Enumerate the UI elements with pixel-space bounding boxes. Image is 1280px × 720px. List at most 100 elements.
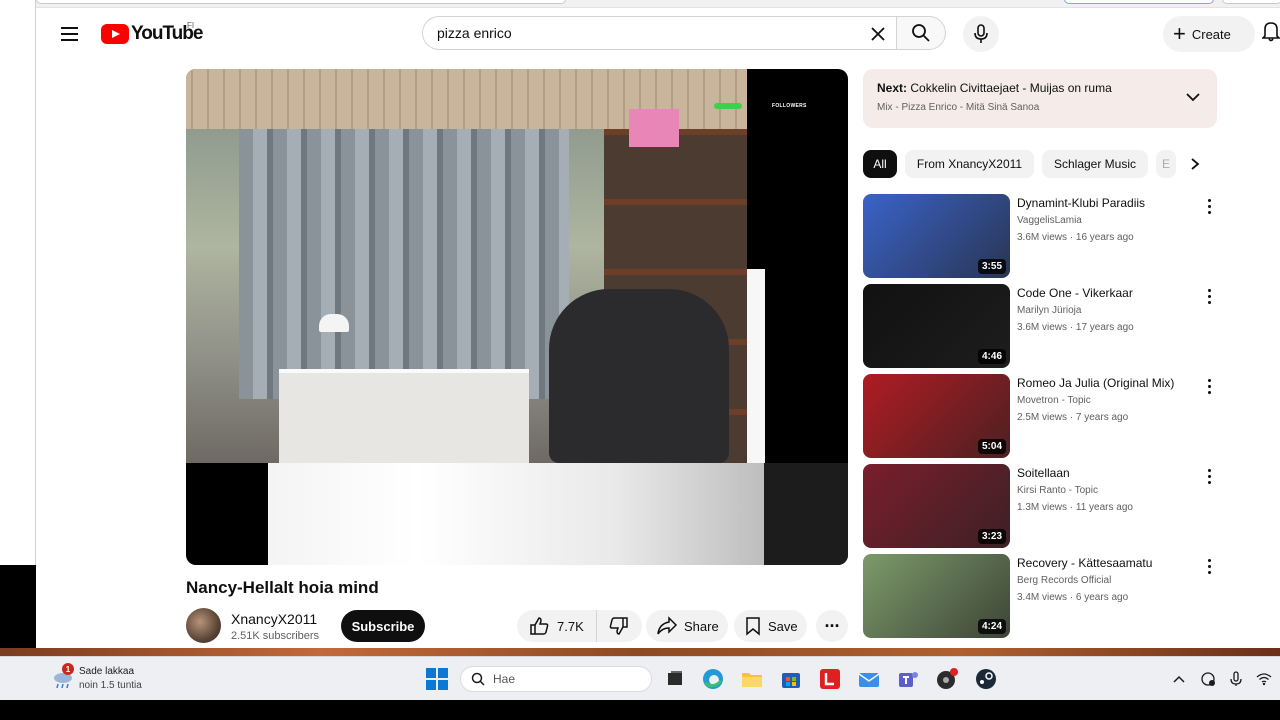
windows-start-icon[interactable]	[426, 668, 448, 690]
teams-icon[interactable]	[896, 667, 920, 691]
like-button[interactable]: 7.7K	[517, 610, 597, 642]
profile-pill-edge[interactable]	[1064, 0, 1214, 4]
notification-badge: 1	[62, 663, 74, 675]
file-explorer-icon[interactable]	[740, 667, 764, 691]
microsoft-store-icon[interactable]	[779, 667, 803, 691]
microphone-icon[interactable]	[1228, 671, 1244, 687]
weather-text: Sade lakkaa	[79, 666, 135, 677]
chip-all[interactable]: All	[863, 150, 897, 178]
more-vertical-icon[interactable]	[1200, 554, 1218, 578]
like-dislike-group: 7.7K	[517, 610, 642, 642]
clear-search-icon[interactable]	[864, 20, 892, 48]
recommendation-title[interactable]: Code One - Vikerkaar	[1017, 286, 1187, 300]
share-button[interactable]: Share	[646, 610, 728, 642]
more-actions-icon[interactable]: ···	[816, 610, 848, 642]
search-input[interactable]	[437, 17, 857, 49]
thumbs-down-icon	[609, 617, 628, 635]
dislike-button[interactable]	[597, 610, 641, 642]
create-button[interactable]: + Create	[1163, 16, 1255, 52]
up-next-title: Next: Cokkelin Civittaejaet - Muijas on …	[877, 81, 1177, 95]
video-scene-pink-box	[629, 109, 679, 147]
browser-chrome	[36, 0, 1280, 8]
desktop-wallpaper-strip	[0, 648, 1280, 656]
more-vertical-icon[interactable]	[1200, 374, 1218, 398]
recommendation-meta: 3.4M views · 6 years ago	[1017, 592, 1129, 603]
recommendation-item[interactable]: 5:04 Romeo Ja Julia (Original Mix) Movet…	[863, 374, 1223, 458]
search-button[interactable]	[896, 16, 946, 50]
taskbar-search-label: Hae	[493, 672, 516, 686]
task-view-icon[interactable]	[663, 667, 687, 691]
more-vertical-icon[interactable]	[1200, 464, 1218, 488]
like-count: 7.7K	[557, 618, 584, 634]
voice-search-button[interactable]	[963, 16, 999, 52]
chevron-up-icon[interactable]	[1171, 671, 1187, 687]
app-l-icon[interactable]	[818, 667, 842, 691]
recommendation-channel[interactable]: Movetron - Topic	[1017, 395, 1091, 406]
recommendation-title[interactable]: Romeo Ja Julia (Original Mix)	[1017, 376, 1187, 390]
video-duration: 4:46	[977, 349, 1006, 364]
video-duration: 4:24	[977, 619, 1006, 634]
hamburger-menu-icon[interactable]	[58, 22, 82, 46]
channel-name[interactable]: XnancyX2011	[231, 611, 317, 627]
background-window-edge	[0, 0, 36, 565]
recommendation-channel[interactable]: Berg Records Official	[1017, 575, 1111, 586]
recommendation-meta: 3.6M views · 16 years ago	[1017, 232, 1134, 243]
video-thumbnail[interactable]: 4:46	[863, 284, 1010, 368]
search-icon	[471, 672, 485, 686]
recommendation-channel[interactable]: Marilyn Jürioja	[1017, 305, 1081, 316]
chip-schlager-music[interactable]: Schlager Music	[1042, 150, 1148, 178]
recommendation-title[interactable]: Soitellaan	[1017, 466, 1187, 480]
weather-widget[interactable]: 1 Sade lakkaa noin 1.5 tuntia	[52, 663, 162, 695]
recommendation-title[interactable]: Recovery - Kättesaamatu	[1017, 556, 1187, 570]
channel-avatar[interactable]	[186, 608, 221, 643]
video-player[interactable]: FOLLOWERS	[186, 69, 848, 565]
video-lower-frame	[268, 463, 766, 565]
recommendation-meta: 2.5M views · 7 years ago	[1017, 412, 1129, 423]
up-next-panel[interactable]: Next: Cokkelin Civittaejaet - Muijas on …	[863, 69, 1217, 128]
recommendation-title[interactable]: Dynamint-Klubi Paradiis	[1017, 196, 1187, 210]
recommendation-item[interactable]: 4:24 Recovery - Kättesaamatu Berg Record…	[863, 554, 1223, 638]
recommendation-item[interactable]: 4:46 Code One - Vikerkaar Marilyn Jürioj…	[863, 284, 1223, 368]
video-thumbnail[interactable]: 3:55	[863, 194, 1010, 278]
network-status-icon[interactable]	[1200, 671, 1216, 687]
country-code: FI	[187, 21, 195, 30]
more-vertical-icon[interactable]	[1200, 194, 1218, 218]
create-label: Create	[1191, 26, 1231, 42]
followers-label: FOLLOWERS	[772, 103, 807, 109]
more-vertical-icon[interactable]	[1200, 284, 1218, 308]
notifications-bell-icon[interactable]	[1261, 20, 1280, 48]
steam-icon[interactable]	[974, 667, 998, 691]
taskbar-search[interactable]: Hae	[460, 666, 652, 692]
save-button[interactable]: Save	[734, 610, 807, 642]
video-scene-curtain	[239, 129, 569, 399]
recommendation-meta: 1.3M views · 11 years ago	[1017, 502, 1133, 513]
recommendation-item[interactable]: 3:55 Dynamint-Klubi Paradiis VaggelisLam…	[863, 194, 1223, 278]
chevron-right-icon[interactable]	[1183, 152, 1207, 176]
chip-partial[interactable]: E	[1156, 150, 1176, 178]
chevron-down-icon[interactable]	[1183, 87, 1203, 107]
subscribe-button[interactable]: Subscribe	[341, 610, 425, 642]
video-thumbnail[interactable]: 3:23	[863, 464, 1010, 548]
recommendation-item[interactable]: 3:23 Soitellaan Kirsi Ranto - Topic 1.3M…	[863, 464, 1223, 548]
recommendation-channel[interactable]: Kirsi Ranto - Topic	[1017, 485, 1098, 496]
address-bar-edge[interactable]	[36, 0, 566, 4]
wifi-icon[interactable]	[1256, 671, 1272, 687]
save-label: Save	[768, 618, 798, 634]
mail-icon[interactable]	[857, 667, 881, 691]
search-icon	[912, 24, 930, 42]
app-circle-icon[interactable]	[935, 667, 959, 691]
video-thumbnail[interactable]: 5:04	[863, 374, 1010, 458]
recommendation-channel[interactable]: VaggelisLamia	[1017, 215, 1082, 226]
microphone-icon	[974, 24, 988, 43]
share-arrow-icon	[657, 616, 678, 635]
video-scene-desk	[279, 369, 529, 463]
followers-progress	[714, 103, 742, 109]
up-next-prefix: Next:	[877, 81, 908, 95]
video-scene-chair	[549, 289, 729, 463]
browser-button-edge[interactable]	[1222, 0, 1280, 4]
video-thumbnail[interactable]: 4:24	[863, 554, 1010, 638]
edge-browser-icon[interactable]	[701, 667, 725, 691]
chip-from-channel[interactable]: From XnancyX2011	[905, 150, 1034, 178]
recommendation-meta: 3.6M views · 17 years ago	[1017, 322, 1134, 333]
video-duration: 5:04	[977, 439, 1006, 454]
